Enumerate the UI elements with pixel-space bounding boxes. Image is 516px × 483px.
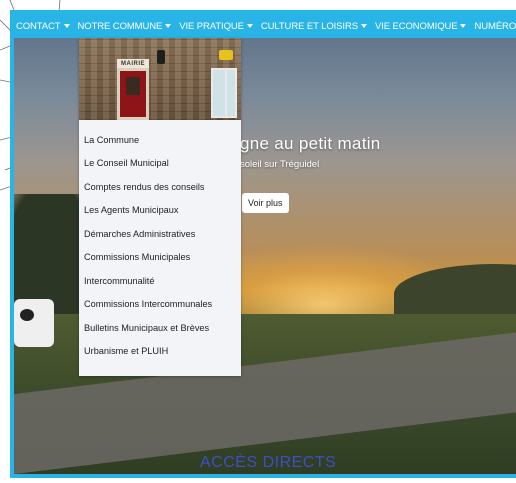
menu-item-bulletins-municipaux[interactable]: Bulletins Municipaux et Brèves [79,316,241,340]
menu-item-agents-municipaux[interactable]: Les Agents Municipaux [79,199,241,223]
menu-item-la-commune[interactable]: La Commune [79,128,241,152]
acces-directs-heading: ACCÈS DIRECTS [200,454,337,471]
nav-item-label: NOTRE COMMUNE [77,20,163,32]
nav-item-label: NUMÉROS UTILES [474,20,516,32]
caret-down-icon [460,24,467,28]
nav-item-contact[interactable]: CONTACT [16,21,70,32]
door-window [126,77,140,95]
menu-item-urbanisme-pluih[interactable]: Urbanisme et PLUIH [79,340,241,364]
window-mullion [225,70,227,116]
nav-item-label: VIE ECONOMIQUE [374,20,458,32]
dropdown-menu-list: La Commune Le Conseil Municipal Comptes … [79,120,241,363]
main-navbar: CONTACT NOTRE COMMUNE VIE PRATIQUE CULTU… [14,14,516,38]
caret-down-icon [165,24,172,28]
window [211,68,237,118]
nav-item-vie-economique[interactable]: VIE ECONOMIQUE [375,21,467,32]
red-door [117,68,149,120]
notre-commune-dropdown: MAIRIE La Commune Le Conseil Municipal C… [79,38,241,376]
menu-item-commissions-intercommunales[interactable]: Commissions Intercommunales [79,293,241,317]
yellow-sign [219,50,233,60]
menu-item-demarches-administratives[interactable]: Démarches Administratives [79,222,241,246]
caret-down-icon [246,24,253,28]
menu-item-intercommunalite[interactable]: Intercommunalité [79,269,241,293]
nav-item-culture-et-loisirs[interactable]: CULTURE ET LOISIRS [261,21,367,32]
lamp-icon [157,50,165,64]
caret-down-icon [360,24,367,28]
menu-item-conseil-municipal[interactable]: Le Conseil Municipal [79,152,241,176]
mairie-sign: MAIRIE [117,59,149,68]
caret-down-icon [63,24,70,28]
nav-item-numeros-utiles[interactable]: NUMÉROS UTILES [474,21,516,32]
nav-item-label: VIE PRATIQUE [179,20,244,32]
hero-title: gne au petit matin [240,134,381,153]
hero-subtitle: soleil sur Tréguidel [240,159,320,170]
nav-item-label: CONTACT [16,20,61,32]
mairie-photo: MAIRIE [79,38,241,120]
menu-item-commissions-municipales[interactable]: Commissions Municipales [79,246,241,270]
voir-plus-button[interactable]: Voir plus [242,193,289,213]
nav-item-vie-pratique[interactable]: VIE PRATIQUE [179,21,253,32]
nav-item-label: CULTURE ET LOISIRS [260,20,358,32]
page: CONTACT NOTRE COMMUNE VIE PRATIQUE CULTU… [0,0,516,483]
menu-item-comptes-rendus[interactable]: Comptes rendus des conseils [79,175,241,199]
cow-image [14,299,54,347]
nav-item-notre-commune[interactable]: NOTRE COMMUNE [78,21,172,32]
